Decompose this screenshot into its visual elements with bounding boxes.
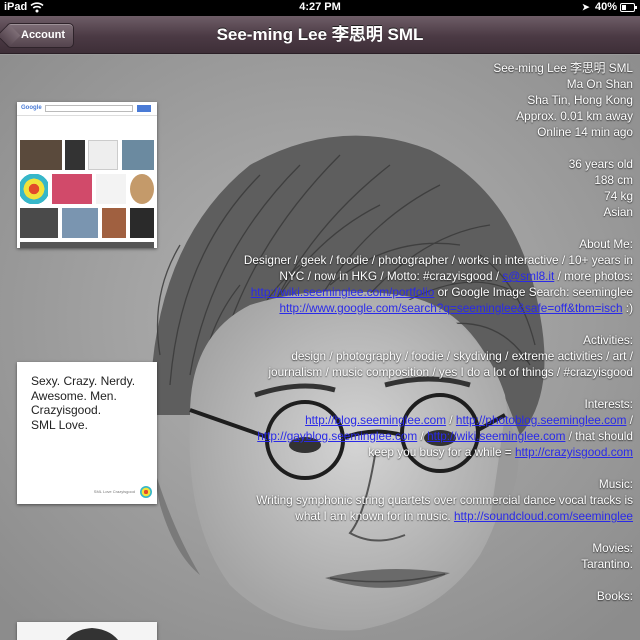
activities-title: Activities: [583, 333, 633, 347]
status-bar: iPad 4:27 PM ➤ 40% [0, 0, 640, 16]
google-logo: Google [21, 105, 42, 111]
image-result [88, 140, 118, 170]
image-result [20, 174, 48, 204]
profile-area: Ma On Shan [566, 77, 633, 91]
about-title: About Me: [579, 237, 633, 251]
movies-text: Tarantino. [581, 557, 633, 571]
battery-percent: 40% [595, 1, 618, 13]
photo-thumbnail-google-search[interactable]: Google [17, 102, 157, 248]
google-image-search-link[interactable]: http://www.google.com/search?q=seemingle… [279, 301, 622, 315]
image-result [122, 140, 154, 170]
profile-region: Sha Tin, Hong Kong [527, 93, 633, 107]
profile-weight: 74 kg [604, 189, 633, 203]
gayblog-link[interactable]: http://gayblog.seeminglee.com [257, 429, 417, 443]
interests-text: http://blog.seeminglee.com / http://phot… [243, 412, 633, 460]
interests-separator: / [626, 413, 633, 427]
google-search-button [137, 105, 151, 112]
soundcloud-link[interactable]: http://soundcloud.com/seeminglee [454, 509, 633, 523]
about-text-part: :) [622, 301, 633, 315]
image-result [62, 208, 98, 238]
image-result [130, 174, 154, 204]
quote-text: Sexy. Crazy. Nerdy. Awesome. Men. Crazyi… [31, 374, 136, 432]
blog-link[interactable]: http://blog.seeminglee.com [305, 413, 446, 427]
status-time: 4:27 PM [299, 1, 341, 13]
image-result [20, 208, 58, 238]
image-result [52, 174, 92, 204]
about-text-part: / more photos: [554, 269, 633, 283]
quote-footer: SML Love Crazyisgood [93, 489, 135, 494]
photoblog-link[interactable]: http://photoblog.seeminglee.com [456, 413, 627, 427]
activities-text: design / photography / foodie / skydivin… [268, 349, 633, 379]
navigation-bar: Account See-ming Lee 李思明 SML [0, 16, 640, 54]
profile-online-status: Online 14 min ago [537, 125, 633, 139]
image-result [130, 208, 154, 238]
interests-separator: / [417, 429, 428, 443]
profile-details: See-ming Lee 李思明 SML Ma On Shan Sha Tin,… [243, 60, 633, 604]
interests-separator: / [446, 413, 456, 427]
photo-thumbnail-portrait[interactable] [17, 622, 157, 640]
about-text-part: or Google Image Search: seeminglee [434, 285, 633, 299]
battery-icon [620, 3, 637, 12]
crazyisgood-link[interactable]: http://crazyisgood.com [515, 445, 633, 459]
profile-distance: Approx. 0.01 km away [516, 109, 633, 123]
music-title: Music: [598, 477, 633, 491]
image-result [20, 140, 62, 170]
books-title: Books: [596, 589, 633, 603]
photo-thumbnail-quote[interactable]: Sexy. Crazy. Nerdy. Awesome. Men. Crazyi… [17, 362, 157, 504]
image-result [96, 174, 126, 204]
image-result [65, 140, 85, 170]
profile-content[interactable]: Google Sexy. Crazy. Nerdy. Awesome. Men.… [0, 55, 640, 640]
page-title: See-ming Lee 李思明 SML [216, 25, 424, 44]
profile-age: 36 years old [568, 157, 633, 171]
movies-title: Movies: [592, 541, 633, 555]
image-result [102, 208, 126, 238]
profile-ethnicity: Asian [603, 205, 633, 219]
image-result [20, 242, 154, 248]
email-link[interactable]: s@sml8.it [502, 269, 554, 283]
profile-height: 188 cm [594, 173, 633, 187]
crazyisgood-target-icon [140, 486, 152, 498]
wiki-link[interactable]: http://wiki.seeminglee.com [427, 429, 565, 443]
music-text: Writing symphonic string quartets over c… [243, 492, 633, 524]
about-text: Designer / geek / foodie / photographer … [243, 252, 633, 316]
profile-name: See-ming Lee 李思明 SML [493, 61, 633, 75]
location-arrow-icon: ➤ [582, 2, 590, 12]
portfolio-link[interactable]: http://wiki.seeminglee.com/portfolio [251, 285, 435, 299]
interests-title: Interests: [584, 397, 633, 411]
google-search-field [45, 105, 133, 112]
portrait-thumbnail-image [17, 622, 157, 640]
google-search-bar: Google [17, 102, 157, 116]
